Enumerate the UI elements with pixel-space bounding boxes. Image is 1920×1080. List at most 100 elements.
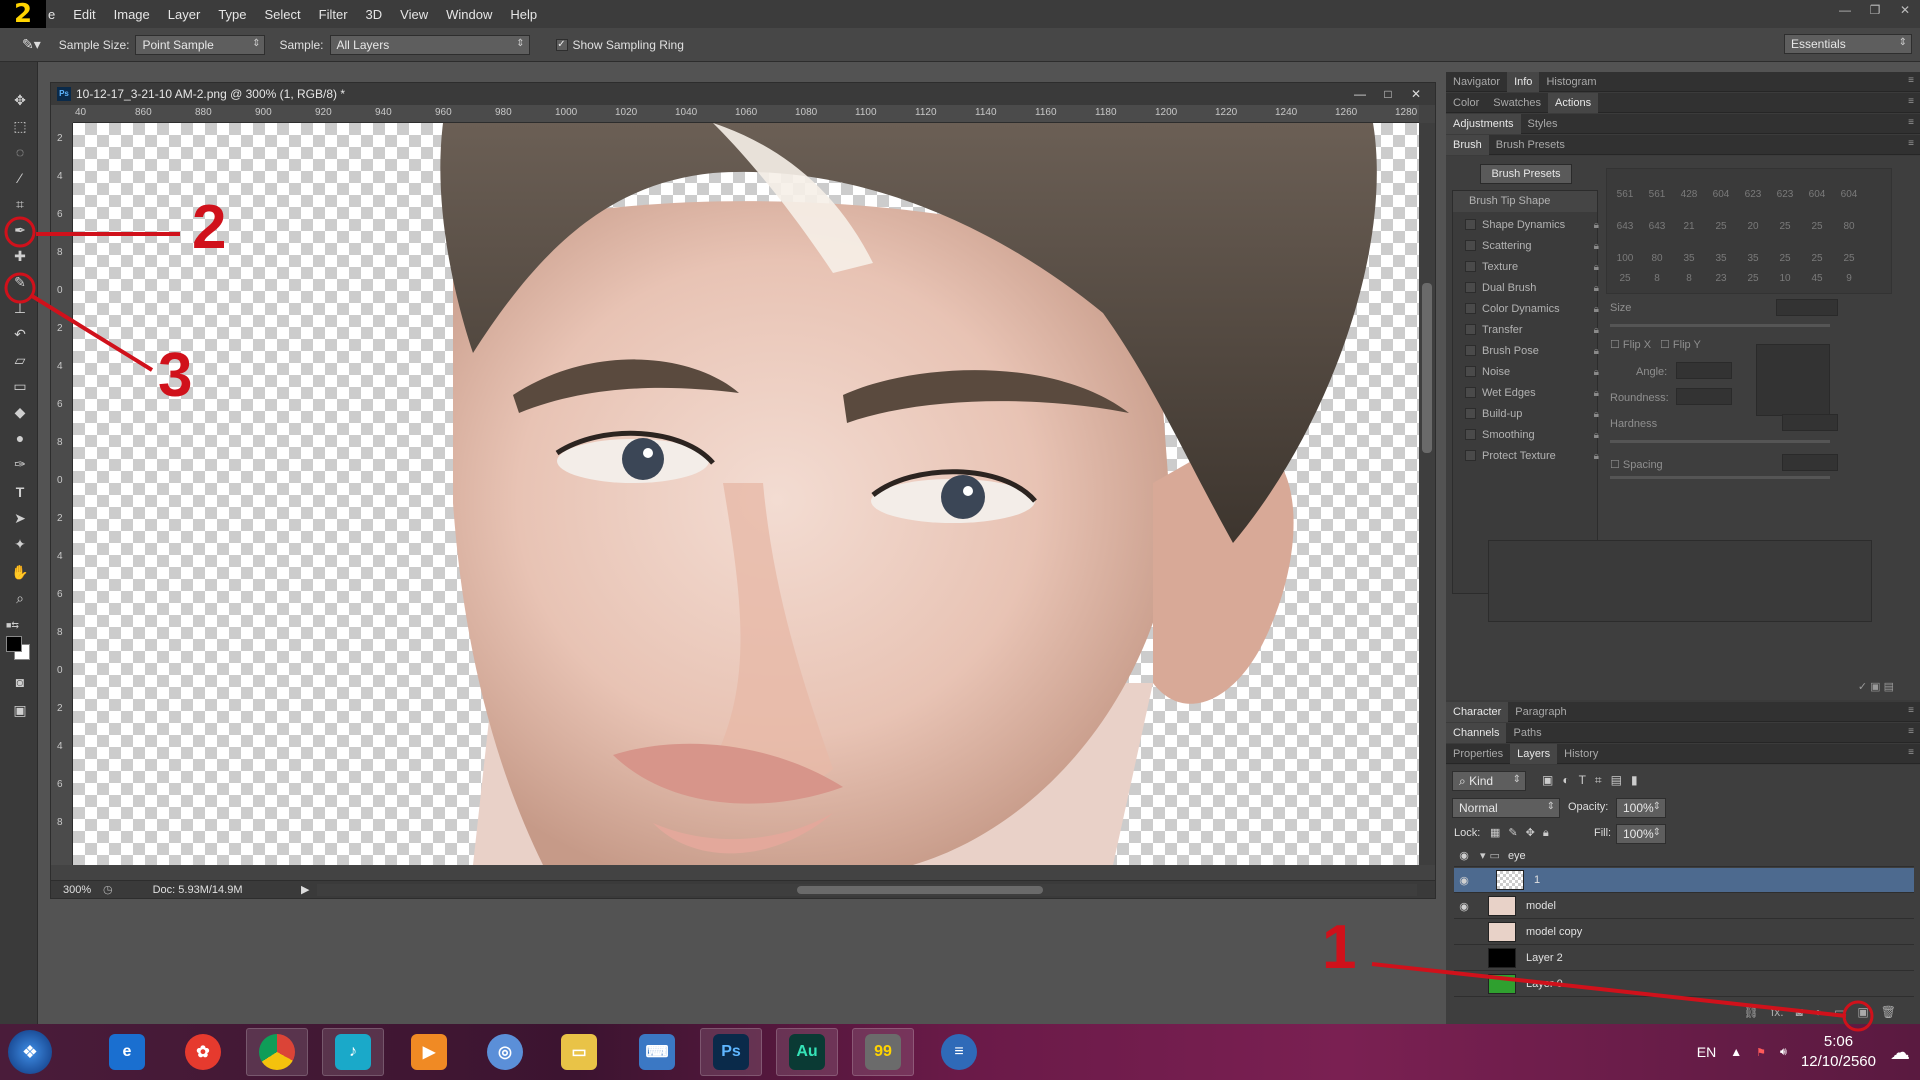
healing-tool-icon[interactable]: ✚ [9,246,31,266]
taskbar-audition[interactable]: Au [776,1028,838,1076]
brush-panel-footer-icons[interactable]: ✓ ▣ ▤ [1858,680,1894,693]
fill-field[interactable]: 100% [1616,824,1666,844]
doc-maximize-button[interactable]: □ [1379,86,1397,102]
layer-row-model-copy[interactable]: model copy [1454,920,1914,945]
doc-minimize-button[interactable]: — [1351,86,1369,102]
brush-tool-icon[interactable]: ✎ [9,272,31,292]
restore-button[interactable]: ❐ [1860,0,1890,20]
menu-item-filter[interactable]: Filter [310,7,357,22]
panel-menu-icon[interactable]: ≡ [1908,138,1914,149]
sample-size-dropdown[interactable]: Point Sample [135,34,266,55]
blur-tool-icon[interactable]: ◆ [9,402,31,422]
brush-angle-preview[interactable] [1756,344,1830,416]
path-select-tool-icon[interactable]: ➤ [9,508,31,528]
adjustment-layer-icon[interactable]: ◐ [1815,1005,1822,1019]
type-tool-icon[interactable]: T [9,482,31,502]
panel-menu-icon[interactable]: ≡ [1908,726,1914,737]
taskbar-chrome[interactable] [246,1028,308,1076]
crop-tool-icon[interactable]: ⌗ [9,194,31,214]
tab-channels[interactable]: Channels [1446,722,1507,743]
layer-row-eye-group[interactable]: ◉ ▾ ▭ eye [1454,845,1914,867]
menu-item-image[interactable]: Image [105,7,159,22]
hardness-field[interactable] [1782,414,1838,431]
fx-icon[interactable]: fx. [1771,1005,1784,1019]
spacing-field[interactable] [1782,454,1838,471]
hand-tool-icon[interactable]: ✋ [9,562,31,582]
layer-row-1[interactable]: ◉ 1 [1454,868,1914,893]
taskbar-weibo[interactable]: ✿ [172,1028,234,1076]
shape-tool-icon[interactable]: ✦ [9,534,31,554]
minimize-button[interactable]: — [1830,0,1860,20]
document-titlebar[interactable]: Ps 10-12-17_3-21-10 AM-2.png @ 300% (1, … [51,83,1435,105]
volume-icon[interactable]: 🔊︎ [1780,1046,1787,1059]
opacity-field[interactable]: 100% [1616,798,1666,818]
add-mask-icon[interactable]: ◙ [1796,1005,1803,1019]
language-indicator[interactable]: EN [1697,1044,1716,1060]
brush-option-shape-dynamics[interactable]: Shape Dynamics 🔒︎ [1465,215,1603,236]
tab-navigator[interactable]: Navigator [1446,72,1507,92]
hardness-slider[interactable] [1610,440,1830,443]
blend-mode-dropdown[interactable]: Normal [1452,798,1560,818]
taskbar-app[interactable]: ≡ [928,1028,990,1076]
pen-tool-icon[interactable]: ✑ [9,454,31,474]
size-field[interactable] [1776,299,1838,316]
layer-row-layer-0[interactable]: Layer 0 [1454,972,1914,997]
angle-field[interactable] [1676,362,1732,379]
tab-brush-presets[interactable]: Brush Presets [1489,135,1572,155]
tab-info[interactable]: Info [1507,71,1540,92]
eyedropper-preset-icon[interactable]: ✎▾ [22,36,41,53]
clock[interactable]: 5:06 12/10/2560 [1801,1032,1876,1072]
new-layer-icon[interactable]: ▣ [1857,1005,1868,1019]
horizontal-scroll-thumb[interactable] [797,886,1043,894]
size-slider[interactable] [1610,324,1830,327]
workspace-dropdown[interactable]: Essentials [1784,34,1912,54]
brush-option-smoothing[interactable]: Smoothing 🔒︎ [1465,425,1603,446]
menu-item-window[interactable]: Window [437,7,501,22]
panel-menu-icon[interactable]: ≡ [1908,96,1914,107]
menu-item-help[interactable]: Help [501,7,546,22]
horizontal-scrollbar[interactable] [317,884,1417,896]
tab-paths[interactable]: Paths [1506,723,1548,743]
menu-item-edit[interactable]: Edit [64,7,104,22]
brush-option-protect-texture[interactable]: Protect Texture 🔒︎ [1465,446,1603,467]
panel-menu-icon[interactable]: ≡ [1908,747,1914,758]
layer-row-layer-2[interactable]: Layer 2 [1454,946,1914,971]
menu-item-file[interactable]: e [46,7,64,22]
tab-histogram[interactable]: Histogram [1539,72,1603,92]
eraser-tool-icon[interactable]: ▱ [9,350,31,370]
start-button[interactable]: ❖ [8,1030,52,1074]
zoom-tool-icon[interactable]: ⌕ [9,588,31,608]
status-info-icon[interactable]: ◷ [103,883,113,896]
vertical-scrollbar[interactable] [1419,123,1435,865]
vertical-scroll-thumb[interactable] [1422,283,1432,453]
lock-buttons[interactable]: ▦✎✥🔒︎ [1490,826,1557,840]
taskbar-ie[interactable]: e [96,1028,158,1076]
marquee-tool-icon[interactable]: ⬚ [9,116,31,136]
gradient-tool-icon[interactable]: ▭ [9,376,31,396]
brush-tip-grid[interactable]: 561 561 428 604 623 623 604 604 643 643 … [1606,168,1892,294]
taskbar-app-99[interactable]: 99 [852,1028,914,1076]
screen-mode-icon[interactable]: ▣ [9,700,31,720]
network-icon[interactable]: ⚑ [1756,1046,1766,1059]
tab-actions[interactable]: Actions [1548,92,1599,113]
roundness-field[interactable] [1676,388,1732,405]
layer-filter-dropdown[interactable]: ⌕ Kind [1452,771,1526,791]
tab-swatches[interactable]: Swatches [1486,93,1548,113]
dodge-tool-icon[interactable]: ● [9,428,31,448]
panel-menu-icon[interactable]: ≡ [1908,117,1914,128]
menu-item-layer[interactable]: Layer [159,7,210,22]
history-brush-tool-icon[interactable]: ↶ [9,324,31,344]
foreground-color-swatch[interactable] [6,636,22,652]
link-layers-icon[interactable]: ⛓ [1744,1005,1759,1019]
panel-menu-icon[interactable]: ≡ [1908,705,1914,716]
flip-y-checkbox[interactable]: ☐ Flip Y [1660,338,1701,351]
trash-icon[interactable]: 🗑︎ [1881,1005,1896,1019]
default-colors-icon[interactable]: ■⇆ [6,620,19,631]
taskbar-chromium[interactable]: ◎ [474,1028,536,1076]
visibility-eye-icon[interactable]: ◉ [1454,900,1474,913]
canvas[interactable] [73,123,1419,865]
brush-option-scattering[interactable]: Scattering 🔒︎ [1465,236,1603,257]
tab-properties[interactable]: Properties [1446,744,1510,764]
brush-option-color-dynamics[interactable]: Color Dynamics 🔒︎ [1465,299,1603,320]
tray-expand-icon[interactable]: ▲ [1730,1045,1742,1059]
